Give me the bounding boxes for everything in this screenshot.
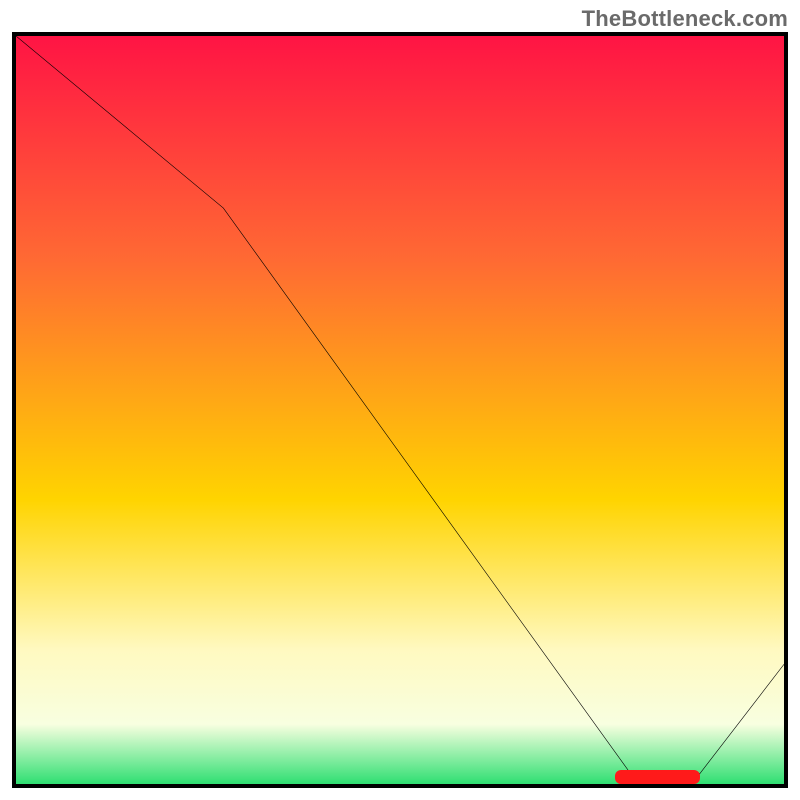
attribution-text: TheBottleneck.com [582, 6, 788, 32]
gradient-background [16, 36, 784, 784]
chart-container: TheBottleneck.com [0, 0, 800, 800]
bottleneck-marker [615, 770, 699, 784]
plot-area [12, 32, 788, 788]
